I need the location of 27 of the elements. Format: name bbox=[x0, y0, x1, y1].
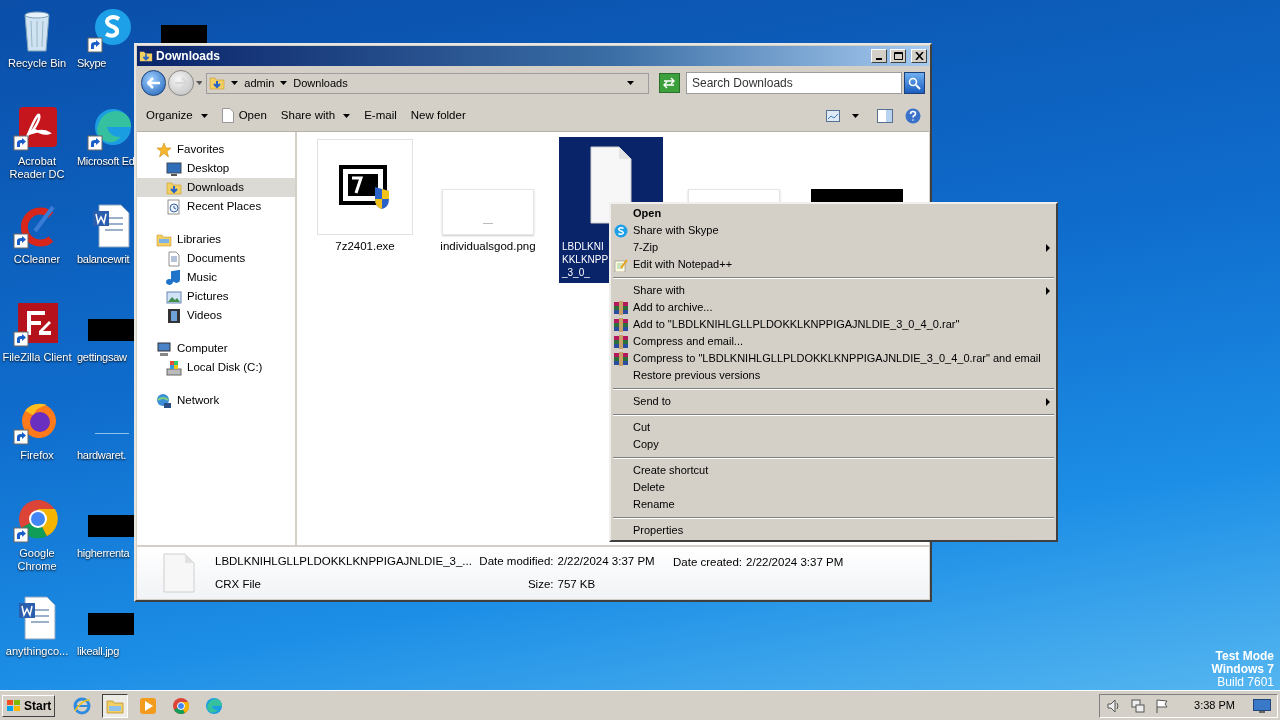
detail-label: Date created: bbox=[673, 555, 743, 570]
desktop-icon-label: Microsoft Ed bbox=[76, 155, 135, 168]
detail-value: 2/22/2024 3:37 PM bbox=[557, 553, 656, 569]
desktop-icon-label: gettingsaw bbox=[76, 351, 127, 364]
desktop-icon-label: balancewrit bbox=[76, 253, 130, 266]
desktop-icon-label: hardwaret. bbox=[76, 449, 126, 462]
desktop-icon-label: anythingco... bbox=[4, 645, 70, 658]
desktop-icon-label: Recycle Bin bbox=[6, 57, 68, 70]
window-title: Downloads bbox=[156, 48, 221, 65]
os-notice-text: Test Mode bbox=[1215, 650, 1274, 663]
file-name: 7z2401.exe bbox=[335, 240, 395, 253]
file-name: LBDLKNI KKLKNPP _3_0_ bbox=[561, 240, 609, 279]
desktop-icon-label: Acrobat Reader DC bbox=[8, 155, 66, 181]
os-notice-text: Windows 7 bbox=[1211, 663, 1274, 676]
file-name: individualsgod.png bbox=[440, 240, 536, 253]
desktop-icon-label: CCleaner bbox=[12, 253, 62, 266]
detail-value: 757 KB bbox=[557, 577, 597, 592]
detail-label: Size: bbox=[526, 577, 554, 592]
desktop-icon-label: Skype bbox=[76, 57, 107, 70]
desktop-icon-label: Firefox bbox=[19, 449, 55, 462]
os-notice-text: Build 7601 bbox=[1217, 676, 1274, 689]
desktop-icon-label: FileZilla Client bbox=[1, 351, 73, 364]
file-type: CRX File bbox=[215, 577, 262, 592]
detail-value: 2/22/2024 3:37 PM bbox=[746, 555, 844, 570]
desktop-icon-label: higherrenta bbox=[76, 547, 130, 560]
desktop-icon-label: likeall.jpg bbox=[76, 645, 119, 658]
desktop-icon-label: Google Chrome bbox=[16, 547, 58, 573]
